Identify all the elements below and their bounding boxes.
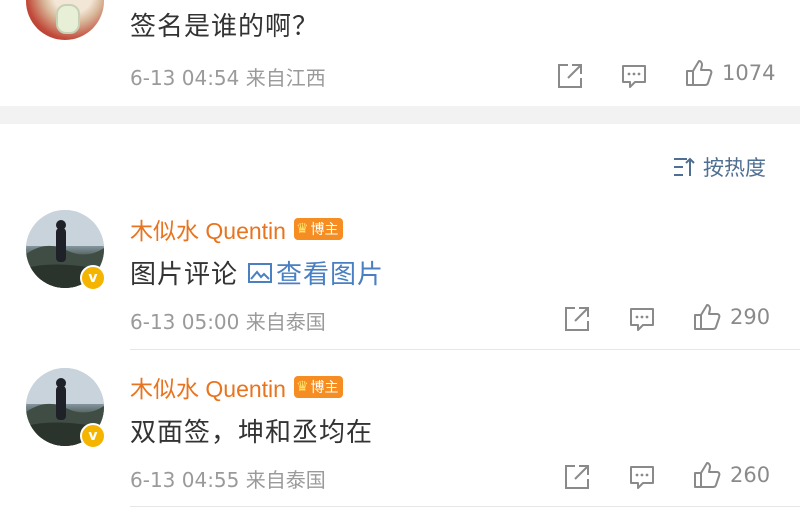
comment-meta: 6-13 04:54 来自江西 [130, 62, 326, 91]
view-image-label: 查看图片 [276, 260, 385, 290]
comment-meta: 6-13 05:00 来自泰国 [130, 306, 326, 335]
comment-icon[interactable] [620, 62, 648, 90]
verified-badge: v [80, 265, 106, 291]
like-button[interactable]: 1074 [684, 58, 775, 88]
comment-header: 木似水 Quentin ♛ 博主 [130, 370, 343, 404]
comment-header: 木似水 Quentin ♛ 博主 [130, 212, 343, 246]
comment-source: 来自江西 [245, 66, 326, 90]
share-icon[interactable] [563, 463, 591, 491]
like-count: 1074 [722, 61, 776, 85]
comment-time: 6-13 05:00 [130, 310, 240, 334]
section-separator [0, 106, 800, 124]
sort-toggle[interactable]: 按热度 [673, 152, 766, 182]
like-count: 260 [730, 463, 771, 487]
sort-icon [674, 157, 695, 176]
thumbs-up-icon [694, 462, 721, 488]
comment-text: 图片评论 [130, 260, 239, 290]
share-icon[interactable] [556, 62, 584, 90]
comment-text: 签名是谁的啊？ [130, 12, 320, 42]
thumbs-up-icon [686, 60, 713, 86]
comment-content: 图片评论 查看图片 [130, 254, 384, 291]
like-button[interactable]: 290 [692, 302, 770, 332]
blogger-badge-label: 博主 [310, 380, 339, 396]
sort-label: 按热度 [703, 156, 766, 180]
comment-meta: 6-13 04:55 来自泰国 [130, 464, 326, 493]
like-count: 290 [730, 305, 771, 329]
like-button[interactable]: 260 [692, 460, 770, 490]
comment-time: 6-13 04:55 [130, 468, 240, 492]
thumbs-up-icon [694, 304, 721, 330]
comment-source: 来自泰国 [245, 468, 326, 492]
view-image-link[interactable]: 查看图片 [248, 254, 384, 291]
username[interactable]: 木似水 Quentin [130, 370, 286, 404]
comment-icon[interactable] [628, 463, 656, 491]
divider [130, 349, 800, 350]
comment-time: 6-13 04:54 [130, 66, 240, 90]
username[interactable]: 木似水 Quentin [130, 212, 286, 246]
crown-icon: ♛ [295, 221, 309, 237]
share-icon[interactable] [563, 305, 591, 333]
blogger-badge-label: 博主 [310, 222, 339, 238]
image-icon [248, 262, 273, 283]
blogger-badge: ♛ 博主 [293, 376, 343, 398]
comment-text: 双面签，坤和丞均在 [130, 418, 374, 448]
comment-icon[interactable] [628, 305, 656, 333]
comment-source: 来自泰国 [245, 310, 326, 334]
verified-badge: v [80, 423, 106, 449]
avatar[interactable] [26, 0, 104, 40]
crown-icon: ♛ [295, 379, 309, 395]
divider [130, 506, 800, 507]
blogger-badge: ♛ 博主 [293, 218, 343, 240]
